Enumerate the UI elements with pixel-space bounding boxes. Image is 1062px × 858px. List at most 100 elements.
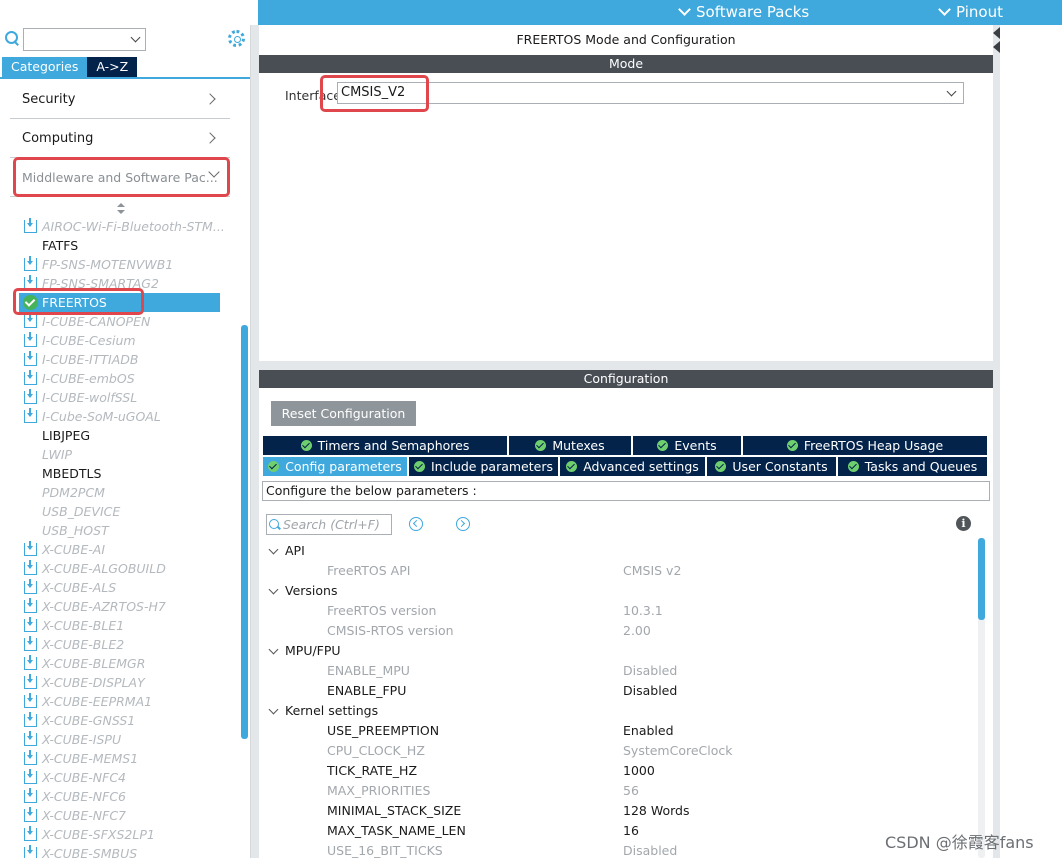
tab-events[interactable]: Events bbox=[633, 436, 743, 455]
parameter-group[interactable]: API bbox=[259, 541, 975, 561]
package-item[interactable]: AIROC-Wi-Fi-Bluetooth-STM... bbox=[0, 217, 240, 236]
parameter-row[interactable]: MAX_TASK_NAME_LEN 16 bbox=[259, 821, 975, 841]
category-security[interactable]: Security bbox=[10, 81, 230, 119]
package-item[interactable]: MBEDTLS bbox=[0, 464, 240, 483]
tab-categories[interactable]: Categories bbox=[2, 57, 88, 77]
download-icon[interactable] bbox=[24, 750, 37, 765]
download-icon[interactable] bbox=[24, 541, 37, 556]
parameter-value[interactable]: Disabled bbox=[623, 681, 677, 701]
package-item[interactable]: LWIP bbox=[0, 445, 240, 464]
chevron-down-icon[interactable] bbox=[268, 704, 279, 715]
parameter-row[interactable]: FreeRTOS version 10.3.1 bbox=[259, 601, 975, 621]
parameter-row[interactable]: FreeRTOS API CMSIS v2 bbox=[259, 561, 975, 581]
package-item[interactable]: I-Cube-SoM-uGOAL bbox=[0, 407, 240, 426]
collapse-arrow-icon[interactable] bbox=[993, 41, 1000, 53]
tab-user-constants[interactable]: User Constants bbox=[707, 457, 838, 476]
package-item[interactable]: X-CUBE-SMBUS bbox=[0, 844, 240, 858]
sort-icon[interactable] bbox=[116, 203, 125, 215]
category-search-combo[interactable] bbox=[23, 28, 146, 51]
download-icon[interactable] bbox=[24, 712, 37, 727]
download-icon[interactable] bbox=[24, 370, 37, 385]
package-item[interactable]: X-CUBE-BLE1 bbox=[0, 616, 240, 635]
software-packs-menu[interactable]: Software Packs bbox=[678, 0, 809, 25]
tab-mutexes[interactable]: Mutexes bbox=[509, 436, 633, 455]
package-item[interactable]: X-CUBE-NFC6 bbox=[0, 787, 240, 806]
parameter-row[interactable]: USE_PREEMPTION Enabled bbox=[259, 721, 975, 741]
package-item[interactable]: I-CUBE-Cesium bbox=[0, 331, 240, 350]
splitter[interactable] bbox=[251, 25, 259, 858]
download-icon[interactable] bbox=[24, 788, 37, 803]
package-item[interactable]: PDM2PCM bbox=[0, 483, 240, 502]
package-item[interactable]: I-CUBE-embOS bbox=[0, 369, 240, 388]
download-icon[interactable] bbox=[24, 598, 37, 613]
download-icon[interactable] bbox=[24, 826, 37, 841]
section-divider[interactable] bbox=[259, 361, 993, 370]
package-item[interactable]: X-CUBE-BLEMGR bbox=[0, 654, 240, 673]
parameter-row[interactable]: ENABLE_MPU Disabled bbox=[259, 661, 975, 681]
package-item[interactable]: X-CUBE-GNSS1 bbox=[0, 711, 240, 730]
package-item[interactable]: X-CUBE-SFXS2LP1 bbox=[0, 825, 240, 844]
download-icon[interactable] bbox=[24, 674, 37, 689]
parameter-row[interactable]: MINIMAL_STACK_SIZE 128 Words bbox=[259, 801, 975, 821]
tab-timers-semaphores[interactable]: Timers and Semaphores bbox=[263, 436, 509, 455]
package-item[interactable]: USB_HOST bbox=[0, 521, 240, 540]
package-item[interactable]: X-CUBE-ISPU bbox=[0, 730, 240, 749]
pinout-menu[interactable]: Pinout bbox=[938, 0, 1003, 25]
download-icon[interactable] bbox=[24, 769, 37, 784]
chevron-down-icon[interactable] bbox=[268, 644, 279, 655]
package-item[interactable]: FP-SNS-SMARTAG2 bbox=[0, 274, 240, 293]
package-item[interactable]: X-CUBE-ALGOBUILD bbox=[0, 559, 240, 578]
download-icon[interactable] bbox=[24, 313, 37, 328]
parameter-row[interactable]: CMSIS-RTOS version 2.00 bbox=[259, 621, 975, 641]
download-icon[interactable] bbox=[24, 655, 37, 670]
splitter[interactable] bbox=[993, 25, 1000, 858]
package-item[interactable]: I-CUBE-wolfSSL bbox=[0, 388, 240, 407]
parameter-group[interactable]: Kernel settings bbox=[259, 701, 975, 721]
package-item[interactable]: X-CUBE-NFC7 bbox=[0, 806, 240, 825]
parameter-value[interactable]: 128 Words bbox=[623, 801, 689, 821]
package-item[interactable]: X-CUBE-DISPLAY bbox=[0, 673, 240, 692]
package-item[interactable]: X-CUBE-NFC4 bbox=[0, 768, 240, 787]
gear-icon[interactable] bbox=[228, 30, 245, 47]
parameter-row[interactable]: CPU_CLOCK_HZ SystemCoreClock bbox=[259, 741, 975, 761]
package-item[interactable]: I-CUBE-CANOPEN bbox=[0, 312, 240, 331]
package-item[interactable]: FATFS bbox=[0, 236, 240, 255]
package-item[interactable]: X-CUBE-ALS bbox=[0, 578, 240, 597]
download-icon[interactable] bbox=[24, 579, 37, 594]
package-item[interactable]: X-CUBE-MEMS1 bbox=[0, 749, 240, 768]
search-icon[interactable] bbox=[5, 31, 19, 45]
category-computing[interactable]: Computing bbox=[10, 120, 230, 158]
package-item[interactable]: X-CUBE-EEPRMA1 bbox=[0, 692, 240, 711]
tab-tasks-queues[interactable]: Tasks and Queues bbox=[838, 457, 987, 476]
package-item[interactable]: FP-SNS-MOTENVWB1 bbox=[0, 255, 240, 274]
info-icon[interactable]: i bbox=[956, 516, 971, 531]
download-icon[interactable] bbox=[24, 332, 37, 347]
tab-config-parameters[interactable]: Config parameters bbox=[263, 457, 409, 476]
download-icon[interactable] bbox=[24, 693, 37, 708]
parameter-group[interactable]: MPU/FPU bbox=[259, 641, 975, 661]
parameters-scrollbar[interactable] bbox=[978, 538, 985, 620]
package-item[interactable]: LIBJPEG bbox=[0, 426, 240, 445]
tab-a-to-z[interactable]: A->Z bbox=[87, 57, 138, 77]
download-icon[interactable] bbox=[24, 636, 37, 651]
reset-configuration-button[interactable]: Reset Configuration bbox=[271, 401, 416, 426]
tab-include-parameters[interactable]: Include parameters bbox=[409, 457, 560, 476]
parameter-group[interactable]: Versions bbox=[259, 581, 975, 601]
parameter-search-input[interactable]: Search (Ctrl+F) bbox=[266, 514, 392, 535]
tab-heap-usage[interactable]: FreeRTOS Heap Usage bbox=[743, 436, 987, 455]
parameter-row[interactable]: USE_16_BIT_TICKS Disabled bbox=[259, 841, 975, 858]
package-item[interactable]: X-CUBE-BLE2 bbox=[0, 635, 240, 654]
next-match-button[interactable] bbox=[456, 517, 470, 531]
tab-advanced-settings[interactable]: Advanced settings bbox=[560, 457, 707, 476]
download-icon[interactable] bbox=[24, 560, 37, 575]
download-icon[interactable] bbox=[24, 408, 37, 423]
download-icon[interactable] bbox=[24, 807, 37, 822]
download-icon[interactable] bbox=[24, 389, 37, 404]
parameter-value[interactable]: 16 bbox=[623, 821, 639, 841]
chevron-down-icon[interactable] bbox=[268, 544, 279, 555]
package-item[interactable]: FREERTOS bbox=[0, 293, 240, 312]
download-icon[interactable] bbox=[24, 617, 37, 632]
download-icon[interactable] bbox=[24, 218, 37, 233]
package-list-scrollbar[interactable] bbox=[241, 325, 248, 739]
parameter-row[interactable]: TICK_RATE_HZ 1000 bbox=[259, 761, 975, 781]
